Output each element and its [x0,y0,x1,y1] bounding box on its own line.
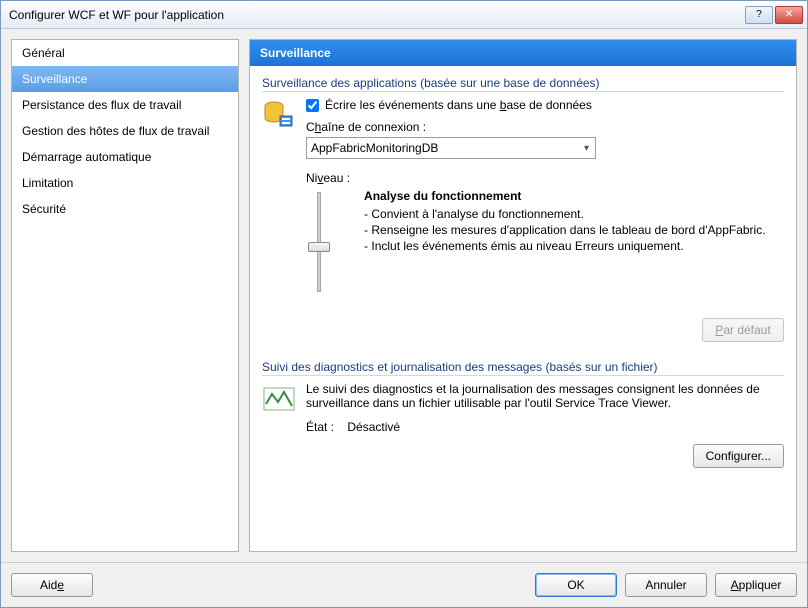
diagnostics-group: Suivi des diagnostics et journalisation … [262,360,784,468]
sidebar-item-autostart[interactable]: Démarrage automatique [12,144,238,170]
write-events-checkbox[interactable] [306,99,319,112]
sidebar-item-host-management[interactable]: Gestion des hôtes de flux de travail [12,118,238,144]
titlebar-buttons: ? ✕ [743,6,803,24]
sidebar-item-label: Sécurité [22,202,66,216]
help-button[interactable]: Aide [11,573,93,597]
help-icon[interactable]: ? [745,6,773,24]
app-monitoring-title: Surveillance des applications (basée sur… [262,76,784,92]
sidebar-item-label: Gestion des hôtes de flux de travail [22,124,209,138]
sidebar-item-label: Démarrage automatique [22,150,151,164]
level-line: - Renseigne les mesures d'application da… [364,223,784,237]
app-monitoring-group: Surveillance des applications (basée sur… [262,76,784,342]
sidebar-item-persistence[interactable]: Persistance des flux de travail [12,92,238,118]
content-panel: Surveillance Surveillance des applicatio… [249,39,797,552]
sidebar-item-general[interactable]: Général [12,40,238,66]
connection-string-value: AppFabricMonitoringDB [311,141,438,155]
sidebar: Général Surveillance Persistance des flu… [11,39,239,552]
apply-button[interactable]: Appliquer [715,573,797,597]
diagnostics-title: Suivi des diagnostics et journalisation … [262,360,784,376]
cancel-button[interactable]: Annuler [625,573,707,597]
dialog-window: Configurer WCF et WF pour l'application … [0,0,808,608]
slider-thumb[interactable] [308,242,330,252]
content-body: Surveillance des applications (basée sur… [250,66,796,551]
state-label: État : [306,420,334,434]
level-line: - Convient à l'analyse du fonctionnement… [364,207,784,221]
sidebar-item-label: Général [22,46,65,60]
configure-button[interactable]: Configurer... [693,444,784,468]
trace-icon [262,382,296,416]
content-header: Surveillance [250,40,796,66]
sidebar-item-label: Persistance des flux de travail [22,98,181,112]
level-title: Analyse du fonctionnement [364,189,784,203]
diagnostics-description: Le suivi des diagnostics et la journalis… [306,382,784,410]
sidebar-item-label: Limitation [22,176,73,190]
database-icon [262,98,296,132]
dialog-body: Général Surveillance Persistance des flu… [1,29,807,562]
level-description: Analyse du fonctionnement - Convient à l… [364,171,784,308]
dialog-footer: Aide OK Annuler Appliquer [1,562,807,607]
level-column: Niveau : [306,171,350,308]
close-icon[interactable]: ✕ [775,6,803,24]
sidebar-item-surveillance[interactable]: Surveillance [12,66,238,92]
sidebar-item-throttling[interactable]: Limitation [12,170,238,196]
titlebar: Configurer WCF et WF pour l'application … [1,1,807,29]
write-events-label: Écrire les événements dans une base de d… [325,98,592,112]
sidebar-item-label: Surveillance [22,72,87,86]
state-value: Désactivé [347,420,400,434]
diagnostics-state-row: État : Désactivé [306,420,784,434]
ok-button[interactable]: OK [535,573,617,597]
level-label: Niveau : [306,171,350,185]
connection-string-label: Chaîne de connexion : [306,120,784,134]
window-title: Configurer WCF et WF pour l'application [9,8,743,22]
connection-string-combo[interactable]: AppFabricMonitoringDB [306,137,596,159]
sidebar-item-security[interactable]: Sécurité [12,196,238,222]
level-line: - Inclut les événements émis au niveau E… [364,239,784,253]
default-button: Par défaut [702,318,784,342]
level-slider[interactable] [306,188,332,308]
